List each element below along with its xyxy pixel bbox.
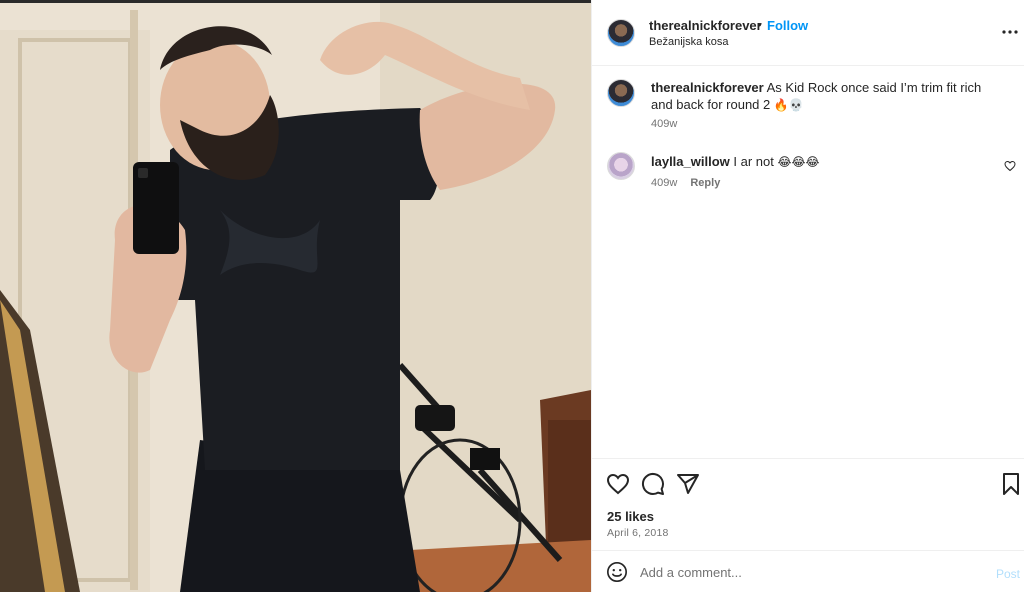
caption-body: therealnickforever As Kid Rock once said… [651, 79, 996, 114]
caption-username[interactable]: therealnickforever [651, 80, 764, 95]
commenter-avatar[interactable] [607, 152, 635, 180]
caption-author-avatar[interactable] [607, 79, 635, 107]
caption-age[interactable]: 409w [651, 118, 677, 130]
separator-dot: • [757, 17, 762, 32]
comment-emoji: 😂😂😂 [777, 155, 820, 169]
author-avatar[interactable] [607, 19, 635, 47]
author-username[interactable]: therealnickforever [649, 18, 762, 33]
comment-age[interactable]: 409w [651, 177, 677, 189]
commenter-username[interactable]: laylla_willow [651, 154, 730, 169]
post-details-panel: therealnickforever • Follow Bežanijska k… [591, 0, 1024, 592]
comment-text: I ar not [733, 154, 774, 169]
follow-button[interactable]: Follow [767, 18, 808, 33]
more-horizontal-icon[interactable] [1000, 24, 1020, 40]
post-comment-button[interactable]: Post [996, 567, 1020, 581]
like-heart-icon[interactable] [606, 472, 630, 496]
comments-list: therealnickforever As Kid Rock once said… [592, 66, 1024, 458]
reply-button[interactable]: Reply [690, 177, 720, 189]
post-actions: 25 likes April 6, 2018 [592, 458, 1024, 550]
caption-emoji: 🔥💀 [773, 98, 804, 112]
like-count[interactable]: 25 likes [607, 509, 654, 524]
add-comment-input[interactable] [640, 562, 970, 582]
comment-bubble-icon[interactable] [641, 472, 665, 496]
post-date: April 6, 2018 [607, 527, 669, 539]
post-header: therealnickforever • Follow Bežanijska k… [592, 0, 1024, 66]
post-location[interactable]: Bežanijska kosa [649, 36, 729, 48]
caption-meta: 409w [651, 118, 677, 130]
save-bookmark-icon[interactable] [999, 472, 1023, 496]
comment-composer: Post [592, 550, 1024, 592]
emoji-picker-icon[interactable] [606, 561, 628, 583]
share-paper-plane-icon[interactable] [676, 472, 700, 496]
mirror-selfie-illustration [0, 0, 591, 592]
comment-meta: 409w Reply [651, 177, 720, 189]
post-photo[interactable] [0, 0, 591, 592]
like-comment-heart-icon[interactable] [1004, 160, 1016, 172]
comment-body: laylla_willow I ar not 😂😂😂 [651, 153, 996, 171]
